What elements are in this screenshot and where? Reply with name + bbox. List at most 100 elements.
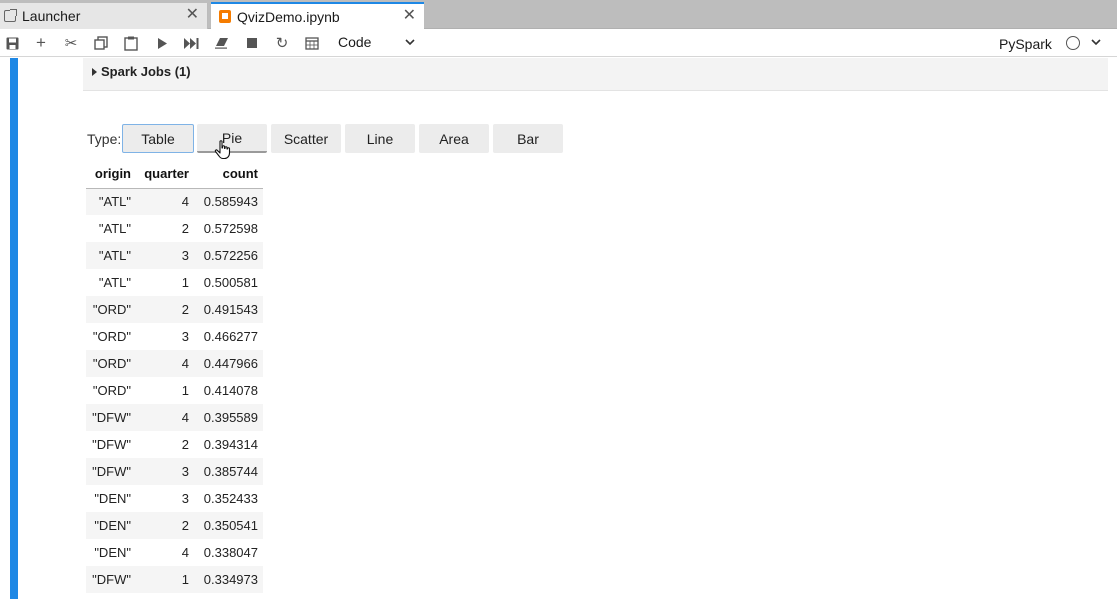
table-row: "DEN" 4 0.338047 xyxy=(86,539,263,566)
viz-type-label: Type: xyxy=(87,131,122,147)
table-header-row: origin quarter count xyxy=(86,160,263,189)
cell-quarter: 3 xyxy=(137,458,189,485)
cell-count: 0.466277 xyxy=(203,329,258,344)
table-row: "DFW" 4 0.395589 xyxy=(86,404,263,431)
tab-label: QvizDemo.ipynb xyxy=(237,8,340,25)
close-icon[interactable]: ✕ xyxy=(186,7,199,23)
table-row: "ATL" 3 0.572256 xyxy=(86,242,263,269)
cell-quarter: 2 xyxy=(137,296,189,323)
kernel-name[interactable]: PySpark xyxy=(999,36,1052,52)
fast-forward-icon[interactable] xyxy=(183,35,199,51)
table-row: "ATL" 4 0.585943 xyxy=(86,188,263,215)
cell-quarter: 2 xyxy=(181,437,189,452)
cell-count: 0.491543 xyxy=(189,296,263,323)
cell-origin: "DFW" xyxy=(92,437,131,452)
cell-count: 0.572256 xyxy=(189,242,263,269)
cell-quarter: 4 xyxy=(137,404,189,431)
cell-origin: "DEN" xyxy=(86,512,137,539)
cell-origin: "ATL" xyxy=(86,242,137,269)
hand-cursor-icon xyxy=(214,140,231,160)
cell-count: 0.350541 xyxy=(189,512,263,539)
table-row: "DFW" 3 0.385744 xyxy=(86,458,263,485)
eraser-icon[interactable] xyxy=(214,35,230,51)
cell-count: 0.394314 xyxy=(203,437,258,452)
cell-origin: "ATL" xyxy=(98,221,131,236)
add-cell-icon[interactable]: + xyxy=(33,33,49,52)
cell-quarter: 3 xyxy=(137,242,189,269)
column-header-quarter: quarter xyxy=(137,160,189,189)
cell-count: 0.395589 xyxy=(189,404,263,431)
cell-origin: "DEN" xyxy=(94,491,131,506)
cell-quarter: 3 xyxy=(181,329,189,344)
cell-count: 0.334973 xyxy=(189,566,263,593)
cell-count: 0.447966 xyxy=(189,350,263,377)
stop-icon[interactable] xyxy=(244,35,260,51)
table-row: "ORD" 1 0.414078 xyxy=(86,377,263,404)
cell-count: 0.414078 xyxy=(203,383,258,398)
copy-icon[interactable] xyxy=(93,35,109,51)
table-row: "DEN" 2 0.350541 xyxy=(86,512,263,539)
cell-type-select[interactable]: Code xyxy=(338,34,371,50)
viz-type-area-button[interactable]: Area xyxy=(419,124,489,153)
spark-jobs-section[interactable]: Spark Jobs (1) xyxy=(83,58,1108,91)
column-header-count: count xyxy=(189,160,263,189)
cell-origin: "DFW" xyxy=(86,566,137,593)
viz-type-scatter-button[interactable]: Scatter xyxy=(271,124,341,153)
launcher-icon xyxy=(4,9,17,22)
table-body: "ATL" 4 0.585943 "ATL" 2 0.572598 "ATL" 3 0.5722… xyxy=(86,188,263,593)
cell-quarter: 4 xyxy=(137,350,189,377)
cell-origin: "ORD" xyxy=(86,350,137,377)
cell-quarter: 3 xyxy=(181,491,189,506)
cell-origin: "ORD" xyxy=(86,296,137,323)
cell-count: 0.338047 xyxy=(203,545,258,560)
cell-quarter: 4 xyxy=(137,188,189,215)
table-row: "ORD" 3 0.466277 xyxy=(86,323,263,350)
table-row: "DFW" 2 0.394314 xyxy=(86,431,263,458)
tab-label: Launcher xyxy=(22,8,81,24)
cell-quarter: 2 xyxy=(137,512,189,539)
cell-origin: "ATL" xyxy=(86,188,137,215)
notebook-toolbar: + ✂ ↻ Code PySpark xyxy=(0,29,1117,57)
tab-launcher[interactable]: Launcher ✕ xyxy=(0,3,208,29)
table-row: "DFW" 1 0.334973 xyxy=(86,566,263,593)
paste-icon[interactable] xyxy=(123,35,139,51)
cell-count: 0.352433 xyxy=(203,491,258,506)
cut-icon[interactable]: ✂ xyxy=(63,35,79,52)
result-table: origin quarter count "ATL" 4 0.585943 "ATL"… xyxy=(86,160,263,593)
table-row: "ATL" 2 0.572598 xyxy=(86,215,263,242)
column-header-origin: origin xyxy=(86,160,137,189)
table-row: "ORD" 2 0.491543 xyxy=(86,296,263,323)
chevron-down-icon[interactable] xyxy=(1090,35,1104,49)
tab-qvizdemo[interactable]: QvizDemo.ipynb ✕ xyxy=(211,2,424,29)
cell-quarter: 4 xyxy=(181,545,189,560)
active-cell-indicator[interactable] xyxy=(10,58,18,599)
cell-quarter: 2 xyxy=(181,221,189,236)
table-row: "DEN" 3 0.352433 xyxy=(86,485,263,512)
viz-type-pie-button[interactable]: Pie xyxy=(197,124,267,153)
viz-type-table-button[interactable]: Table xyxy=(122,124,194,153)
cell-origin: "DEN" xyxy=(94,545,131,560)
viz-type-line-button[interactable]: Line xyxy=(345,124,415,153)
caret-right-icon[interactable] xyxy=(92,68,97,76)
table-row: "ORD" 4 0.447966 xyxy=(86,350,263,377)
cell-quarter: 1 xyxy=(181,383,189,398)
table-row: "ATL" 1 0.500581 xyxy=(86,269,263,296)
save-icon[interactable] xyxy=(4,35,20,51)
calendar-icon[interactable] xyxy=(304,35,320,51)
tab-bar: Launcher ✕ QvizDemo.ipynb ✕ xyxy=(0,0,1117,29)
cell-origin: "ORD" xyxy=(92,329,131,344)
cell-count: 0.385744 xyxy=(189,458,263,485)
restart-icon[interactable]: ↻ xyxy=(274,35,290,52)
cell-quarter: 1 xyxy=(181,275,189,290)
cell-count: 0.585943 xyxy=(189,188,263,215)
kernel-status-icon xyxy=(1066,36,1080,50)
cell-count: 0.572598 xyxy=(203,221,258,236)
spark-jobs-label[interactable]: Spark Jobs (1) xyxy=(101,64,191,79)
run-icon[interactable] xyxy=(154,35,170,51)
chevron-down-icon[interactable] xyxy=(404,35,418,49)
viz-type-bar-button[interactable]: Bar xyxy=(493,124,563,153)
cell-origin: "DFW" xyxy=(86,404,137,431)
cell-quarter: 1 xyxy=(137,566,189,593)
close-icon[interactable]: ✕ xyxy=(403,8,416,24)
cell-origin: "ATL" xyxy=(98,275,131,290)
